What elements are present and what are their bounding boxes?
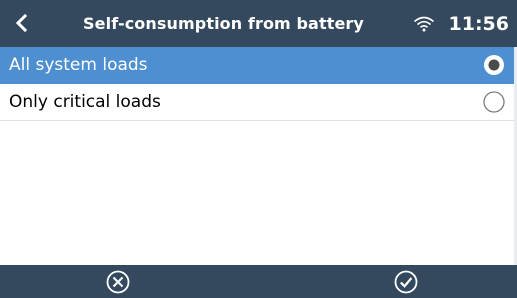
option-label: All system loads — [9, 55, 148, 75]
wifi-icon — [413, 16, 435, 32]
option-list: All system loads Only critical loads — [0, 47, 517, 121]
top-bar: Self-consumption from battery 11:56 — [0, 0, 517, 47]
bottom-bar — [0, 265, 517, 298]
option-all-system-loads[interactable]: All system loads — [0, 47, 517, 84]
radio-selected-icon[interactable] — [483, 54, 505, 76]
option-label: Only critical loads — [9, 92, 161, 112]
page-title: Self-consumption from battery — [83, 14, 364, 33]
radio-unselected-icon[interactable] — [483, 91, 505, 113]
circled-x-icon — [106, 270, 130, 294]
chevron-left-icon — [15, 14, 28, 32]
back-button[interactable] — [8, 8, 36, 38]
option-only-critical-loads[interactable]: Only critical loads — [0, 84, 517, 121]
clock: 11:56 — [448, 12, 509, 35]
confirm-button[interactable] — [394, 270, 418, 294]
screen: Self-consumption from battery 11:56 All … — [0, 0, 517, 298]
cancel-button[interactable] — [106, 270, 130, 294]
circled-check-icon — [394, 270, 418, 294]
